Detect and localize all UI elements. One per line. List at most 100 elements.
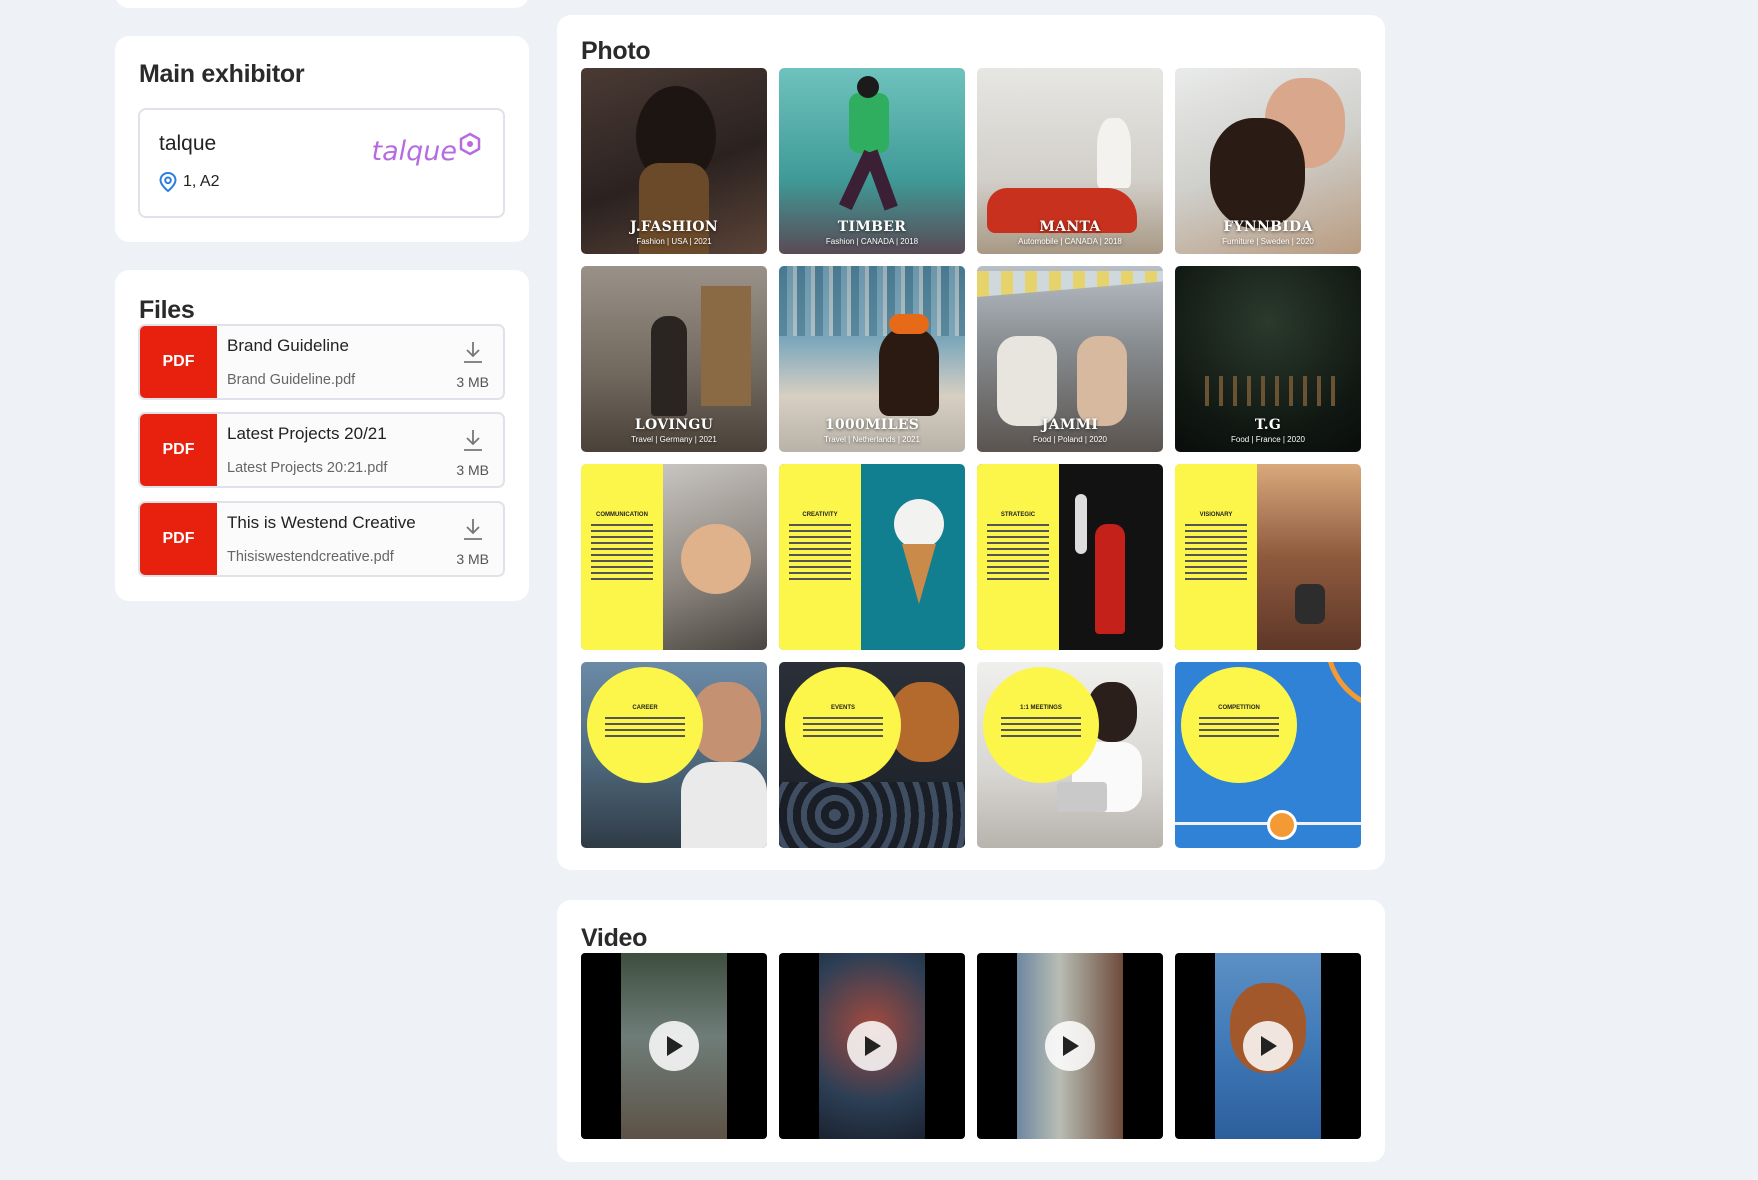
download-icon[interactable]: [459, 426, 487, 454]
tile-caption: JAMMI Food | Poland | 2020: [977, 417, 1163, 444]
play-button[interactable]: [649, 1021, 699, 1071]
play-icon: [667, 1036, 683, 1056]
tile-title: T.G: [1254, 417, 1282, 433]
photo-tile[interactable]: 1:1 MEETINGS: [977, 662, 1163, 848]
download-icon[interactable]: [459, 515, 487, 543]
pdf-badge: PDF: [140, 414, 217, 486]
panel-heading: VISIONARY: [1199, 512, 1233, 518]
tile-subtitle: Furniture | Sweden | 2020: [1222, 237, 1314, 246]
talque-logo-text: talque: [371, 136, 458, 167]
play-icon: [1261, 1036, 1277, 1056]
tile-title: TIMBER: [837, 219, 907, 235]
text-circle: COMPETITION: [1181, 667, 1297, 783]
video-tile[interactable]: [977, 953, 1163, 1139]
photo-tile[interactable]: 1000MILES Travel | Netherlands | 2021: [779, 266, 965, 452]
photo-tile[interactable]: JAMMI Food | Poland | 2020: [977, 266, 1163, 452]
tile-subtitle: Travel | Netherlands | 2021: [824, 435, 920, 444]
file-size: 3 MB: [456, 551, 489, 567]
tile-title: FYNNBIDA: [1223, 219, 1313, 235]
video-tile[interactable]: [779, 953, 965, 1139]
text-circle: CAREER: [587, 667, 703, 783]
photo-tile[interactable]: CAREER: [581, 662, 767, 848]
file-filename: Thisiswestendcreative.pdf: [227, 549, 394, 565]
file-item[interactable]: PDF This is Westend Creative Thisisweste…: [138, 501, 505, 577]
text-panel: CREATIVITY: [779, 464, 861, 650]
photo-tile[interactable]: J.FASHION Fashion | USA | 2021: [581, 68, 767, 254]
photo-title: Photo: [581, 37, 651, 65]
text-circle: EVENTS: [785, 667, 901, 783]
play-button[interactable]: [1045, 1021, 1095, 1071]
circle-heading: CAREER: [632, 705, 658, 711]
photo-tile[interactable]: TIMBER Fashion | CANADA | 2018: [779, 68, 965, 254]
tile-caption: T.G Food | France | 2020: [1175, 417, 1361, 444]
tile-caption: TIMBER Fashion | CANADA | 2018: [779, 219, 965, 246]
file-size: 3 MB: [456, 374, 489, 390]
tile-caption: 1000MILES Travel | Netherlands | 2021: [779, 417, 965, 444]
file-title: Brand Guideline: [227, 336, 349, 355]
tile-caption: MANTA Automobile | CANADA | 2018: [977, 219, 1163, 246]
exhibitor-entry[interactable]: talque 1, A2 talque: [138, 108, 505, 218]
panel-heading: STRATEGIC: [1000, 512, 1036, 518]
tile-title: 1000MILES: [824, 417, 920, 433]
photo-tile[interactable]: COMPETITION: [1175, 662, 1361, 848]
file-item[interactable]: PDF Latest Projects 20/21 Latest Project…: [138, 412, 505, 488]
exhibitor-location-text: 1, A2: [183, 173, 220, 190]
hexagon-icon: [459, 132, 481, 156]
play-icon: [865, 1036, 881, 1056]
photo-tile[interactable]: EVENTS: [779, 662, 965, 848]
panel-heading: CREATIVITY: [802, 512, 838, 518]
text-panel: STRATEGIC: [977, 464, 1059, 650]
video-tile[interactable]: [581, 953, 767, 1139]
text-panel: VISIONARY: [1175, 464, 1257, 650]
top-card: [115, 0, 529, 8]
play-button[interactable]: [847, 1021, 897, 1071]
main-exhibitor-title: Main exhibitor: [139, 60, 305, 88]
tile-caption: J.FASHION Fashion | USA | 2021: [581, 219, 767, 246]
photo-tile[interactable]: FYNNBIDA Furniture | Sweden | 2020: [1175, 68, 1361, 254]
tile-subtitle: Automobile | CANADA | 2018: [1018, 237, 1122, 246]
photo-tile[interactable]: CREATIVITY: [779, 464, 965, 650]
talque-logo: talque: [371, 132, 482, 167]
file-filename: Latest Projects 20:21.pdf: [227, 460, 388, 476]
files-card: Files PDF Brand Guideline Brand Guidelin…: [115, 270, 529, 601]
panel-heading: COMMUNICATION: [596, 512, 648, 518]
file-size: 3 MB: [456, 462, 489, 478]
tile-subtitle: Fashion | USA | 2021: [636, 237, 712, 246]
file-title: Latest Projects 20/21: [227, 424, 387, 443]
text-panel: COMMUNICATION: [581, 464, 663, 650]
main-exhibitor-card: Main exhibitor talque 1, A2 talque: [115, 36, 529, 242]
video-tile[interactable]: [1175, 953, 1361, 1139]
video-title: Video: [581, 924, 648, 952]
tile-title: LOVINGU: [634, 417, 714, 433]
tile-caption: LOVINGU Travel | Germany | 2021: [581, 417, 767, 444]
files-title: Files: [139, 296, 195, 324]
photo-card: Photo J.FASHION Fashion | USA | 2021 TIM…: [557, 15, 1385, 870]
photo-tile[interactable]: VISIONARY: [1175, 464, 1361, 650]
tile-subtitle: Travel | Germany | 2021: [631, 435, 717, 444]
photo-tile[interactable]: STRATEGIC: [977, 464, 1163, 650]
download-icon[interactable]: [459, 338, 487, 366]
photo-tile[interactable]: MANTA Automobile | CANADA | 2018: [977, 68, 1163, 254]
exhibitor-location: 1, A2: [159, 172, 219, 192]
photo-tile[interactable]: COMMUNICATION: [581, 464, 767, 650]
photo-tile[interactable]: LOVINGU Travel | Germany | 2021: [581, 266, 767, 452]
circle-heading: EVENTS: [830, 705, 855, 711]
tile-subtitle: Food | Poland | 2020: [1033, 435, 1107, 444]
video-card: Video: [557, 900, 1385, 1162]
pdf-badge: PDF: [140, 326, 217, 398]
file-title: This is Westend Creative: [227, 513, 416, 532]
file-item[interactable]: PDF Brand Guideline Brand Guideline.pdf …: [138, 324, 505, 400]
play-icon: [1063, 1036, 1079, 1056]
tile-subtitle: Food | France | 2020: [1231, 435, 1305, 444]
photo-tile[interactable]: T.G Food | France | 2020: [1175, 266, 1361, 452]
text-circle: 1:1 MEETINGS: [983, 667, 1099, 783]
play-button[interactable]: [1243, 1021, 1293, 1071]
tile-title: MANTA: [1039, 219, 1101, 235]
tile-caption: FYNNBIDA Furniture | Sweden | 2020: [1175, 219, 1361, 246]
location-pin-icon: [159, 172, 177, 192]
exhibitor-name: talque: [159, 132, 217, 155]
pdf-badge: PDF: [140, 503, 217, 575]
circle-heading: COMPETITION: [1218, 705, 1260, 711]
tile-title: J.FASHION: [630, 219, 718, 235]
circle-heading: 1:1 MEETINGS: [1020, 705, 1062, 711]
